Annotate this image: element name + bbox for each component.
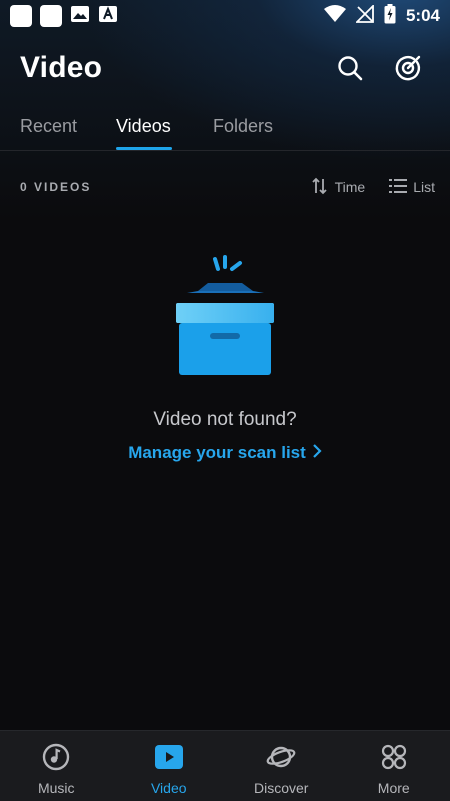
status-left-icons (10, 4, 118, 29)
nav-item-more[interactable]: More (338, 731, 450, 801)
tab-recent[interactable]: Recent (20, 116, 77, 137)
search-icon[interactable] (336, 54, 364, 82)
toolbar-actions: Time List (311, 177, 435, 198)
page-title: Video (20, 51, 102, 85)
chevron-right-icon (312, 443, 322, 463)
planet-icon (266, 743, 296, 776)
bottom-navigation: Music Video Discover More (0, 730, 450, 801)
scan-target-icon[interactable] (394, 54, 422, 82)
tab-bar: Recent Videos Folders (0, 108, 450, 151)
sort-label: Time (335, 179, 366, 195)
play-icon (154, 743, 184, 776)
sort-button[interactable]: Time (311, 177, 366, 198)
nav-item-music[interactable]: Music (0, 731, 113, 801)
header-actions (336, 54, 422, 82)
nav-label-music: Music (38, 780, 75, 796)
wifi-icon (324, 5, 346, 28)
grid-icon (380, 743, 408, 776)
active-tab-indicator (116, 147, 172, 150)
app-notification-icon (10, 5, 32, 27)
video-count-label: 0 VIDEOS (20, 180, 91, 194)
app-header: Video (20, 48, 430, 88)
list-icon (389, 178, 407, 197)
tab-videos[interactable]: Videos (116, 116, 171, 137)
no-signal-icon (356, 5, 374, 28)
status-right-icons: 5:04 (324, 4, 440, 29)
view-mode-label: List (413, 179, 435, 195)
music-disc-icon (42, 743, 70, 776)
nav-item-video[interactable]: Video (113, 731, 226, 801)
battery-icon (384, 4, 396, 29)
scan-link-label: Manage your scan list (128, 443, 306, 463)
nav-item-discover[interactable]: Discover (225, 731, 338, 801)
a-font-icon (98, 4, 118, 29)
nav-label-discover: Discover (254, 780, 308, 796)
tab-folders[interactable]: Folders (213, 116, 273, 137)
manage-scan-list-link[interactable]: Manage your scan list (128, 443, 322, 463)
empty-box-icon (170, 255, 280, 377)
view-mode-button[interactable]: List (389, 178, 435, 197)
status-bar: 5:04 (0, 0, 450, 32)
nav-label-video: Video (151, 780, 187, 796)
sort-icon (311, 177, 329, 198)
empty-state: Video not found? Manage your scan list (0, 255, 450, 463)
list-toolbar: 0 VIDEOS Time List (20, 175, 435, 199)
app-notification-icon (40, 5, 62, 27)
image-icon (70, 4, 90, 29)
nav-label-more: More (378, 780, 410, 796)
clock-time: 5:04 (406, 6, 440, 26)
empty-state-title: Video not found? (0, 409, 450, 431)
